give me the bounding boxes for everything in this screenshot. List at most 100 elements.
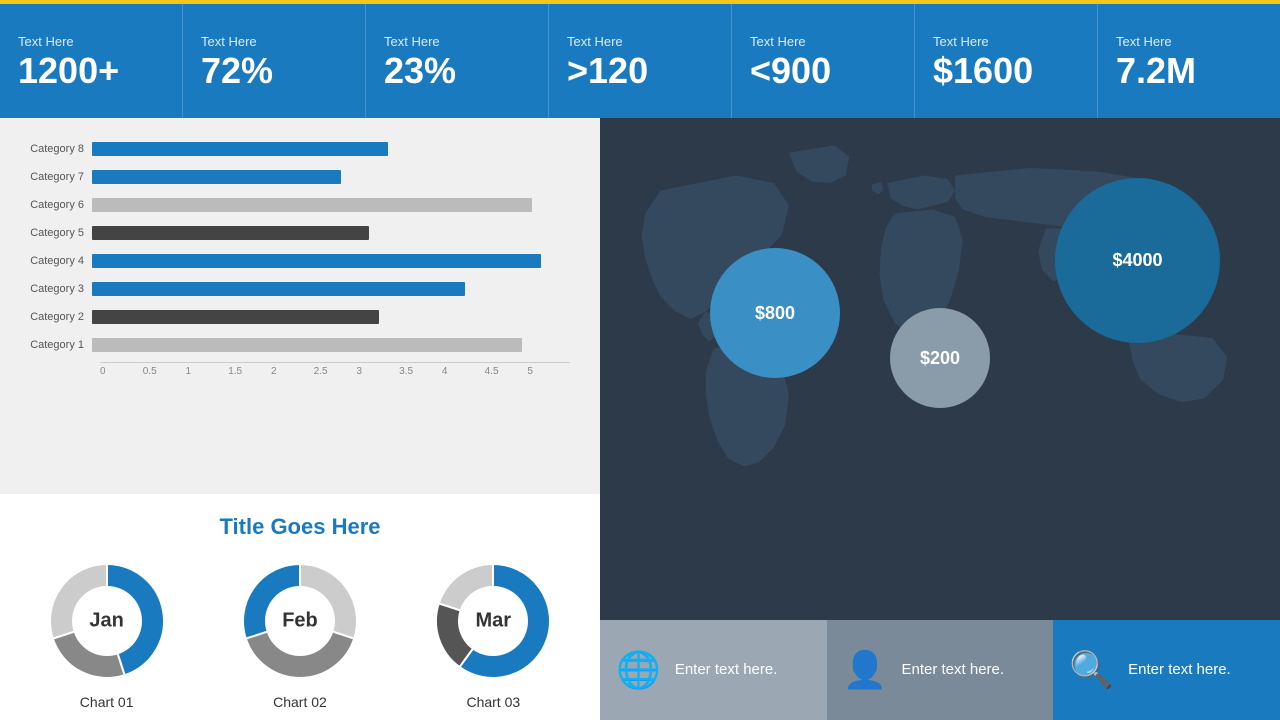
- bar-label: Category 6: [20, 199, 92, 211]
- bar-fill: [92, 282, 465, 296]
- bottom-bar-item: 🌐 Enter text here.: [600, 620, 827, 720]
- bar-fill: [92, 254, 541, 268]
- stat-label: Text Here: [750, 34, 806, 49]
- bar-track: [92, 282, 570, 296]
- bar-row: Category 5: [20, 222, 570, 244]
- stat-label: Text Here: [201, 34, 257, 49]
- stat-item: Text Here $1600: [915, 4, 1098, 118]
- stat-item: Text Here 72%: [183, 4, 366, 118]
- axis-label: 3: [356, 363, 399, 377]
- bottom-info-bar: 🌐 Enter text here. 👤 Enter text here. 🔍 …: [600, 620, 1280, 720]
- bar-row: Category 6: [20, 194, 570, 216]
- stat-value: <900: [750, 53, 831, 89]
- world-map-area: $800 $200 $4000: [600, 118, 1280, 520]
- bar-label: Category 1: [20, 339, 92, 351]
- bar-label: Category 3: [20, 283, 92, 295]
- stat-label: Text Here: [384, 34, 440, 49]
- bar-row: Category 4: [20, 250, 570, 272]
- bar-chart: Category 8 Category 7 Category 6 Categor…: [20, 138, 570, 378]
- bar-label: Category 2: [20, 311, 92, 323]
- axis-label: 4: [442, 363, 485, 377]
- map-bubble: $200: [890, 308, 990, 408]
- bar-fill: [92, 198, 532, 212]
- bar-track: [92, 198, 570, 212]
- stat-value: >120: [567, 53, 648, 89]
- bar-row: Category 1: [20, 334, 570, 356]
- bar-chart-section: Category 8 Category 7 Category 6 Categor…: [0, 118, 600, 494]
- stat-item: Text Here 23%: [366, 4, 549, 118]
- stat-value: 72%: [201, 53, 273, 89]
- donut-section-title: Title Goes Here: [220, 514, 381, 540]
- bar-label: Category 8: [20, 143, 92, 155]
- bar-fill: [92, 226, 369, 240]
- bar-fill: [92, 170, 341, 184]
- stat-item: Text Here 1200+: [0, 4, 183, 118]
- stat-label: Text Here: [18, 34, 74, 49]
- bar-row: Category 7: [20, 166, 570, 188]
- bar-row: Category 3: [20, 278, 570, 300]
- donut-charts-row: Jan Chart 01 Feb Chart 02 Mar Chart 03: [10, 556, 590, 710]
- left-panel: Category 8 Category 7 Category 6 Categor…: [0, 118, 600, 720]
- chart-axis: 00.511.522.533.544.55: [100, 362, 570, 377]
- bar-track: [92, 310, 570, 324]
- donut-wrapper: Jan: [42, 556, 172, 686]
- axis-label: 5: [527, 363, 570, 377]
- stat-value: 23%: [384, 53, 456, 89]
- donut-center-text: Jan: [89, 610, 123, 633]
- bar-fill: [92, 142, 388, 156]
- bar-row: Category 2: [20, 306, 570, 328]
- donut-chart-label: Chart 03: [466, 694, 520, 710]
- axis-label: 1: [185, 363, 228, 377]
- donut-chart-item: Feb Chart 02: [235, 556, 365, 710]
- bar-track: [92, 338, 570, 352]
- stat-label: Text Here: [1116, 34, 1172, 49]
- axis-label: 4.5: [485, 363, 528, 377]
- axis-label: 3.5: [399, 363, 442, 377]
- bar-label: Category 5: [20, 227, 92, 239]
- donut-wrapper: Mar: [428, 556, 558, 686]
- bottom-text: Enter text here.: [1128, 660, 1231, 680]
- donut-chart-label: Chart 01: [80, 694, 134, 710]
- donut-chart-item: Mar Chart 03: [428, 556, 558, 710]
- bar-row: Category 8: [20, 138, 570, 160]
- bottom-bar-item: 🔍 Enter text here.: [1053, 620, 1280, 720]
- axis-label: 1.5: [228, 363, 271, 377]
- bar-label: Category 7: [20, 171, 92, 183]
- stats-bar: Text Here 1200+ Text Here 72% Text Here …: [0, 0, 1280, 118]
- stat-value: 1200+: [18, 53, 119, 89]
- stat-item: Text Here <900: [732, 4, 915, 118]
- axis-label: 0: [100, 363, 143, 377]
- bar-track: [92, 170, 570, 184]
- donut-center-text: Feb: [282, 610, 318, 633]
- donut-chart-label: Chart 02: [273, 694, 327, 710]
- bar-label: Category 4: [20, 255, 92, 267]
- bar-track: [92, 254, 570, 268]
- bottom-bar: [600, 520, 1280, 620]
- main-content: Category 8 Category 7 Category 6 Categor…: [0, 118, 1280, 720]
- donut-chart-item: Jan Chart 01: [42, 556, 172, 710]
- axis-label: 0.5: [143, 363, 186, 377]
- map-bubble: $4000: [1055, 178, 1220, 343]
- axis-label: 2.5: [314, 363, 357, 377]
- bottom-bar-item: 👤 Enter text here.: [827, 620, 1054, 720]
- donut-section: Title Goes Here Jan Chart 01 Feb Chart 0…: [0, 494, 600, 720]
- stat-value: $1600: [933, 53, 1033, 89]
- bar-track: [92, 142, 570, 156]
- stat-label: Text Here: [567, 34, 623, 49]
- bottom-icon: 🌐: [616, 649, 661, 691]
- bar-track: [92, 226, 570, 240]
- bottom-text: Enter text here.: [902, 660, 1005, 680]
- stat-label: Text Here: [933, 34, 989, 49]
- donut-center-text: Mar: [476, 610, 512, 633]
- stat-item: Text Here >120: [549, 4, 732, 118]
- bar-fill: [92, 310, 379, 324]
- bottom-icon: 🔍: [1069, 649, 1114, 691]
- donut-wrapper: Feb: [235, 556, 365, 686]
- bottom-icon: 👤: [843, 649, 888, 691]
- map-bubble: $800: [710, 248, 840, 378]
- right-panel: $800 $200 $4000 🌐 Enter text here. 👤 Enter…: [600, 118, 1280, 720]
- axis-label: 2: [271, 363, 314, 377]
- bar-fill: [92, 338, 522, 352]
- stat-item: Text Here 7.2M: [1098, 4, 1280, 118]
- bottom-text: Enter text here.: [675, 660, 778, 680]
